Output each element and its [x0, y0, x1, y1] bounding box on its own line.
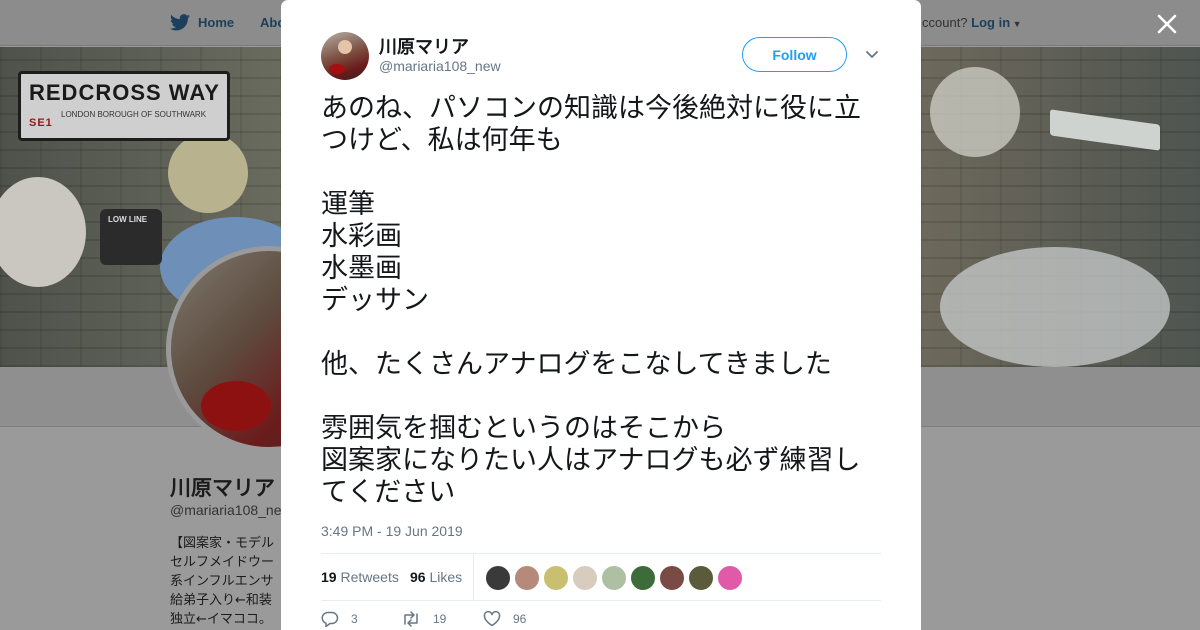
- liker-avatar[interactable]: [601, 565, 627, 591]
- retweet-count: 19: [433, 612, 447, 626]
- tweet-author-avatar[interactable]: [321, 32, 369, 80]
- likes-label: Likes: [429, 569, 463, 585]
- bio-line: 【図案家・モデル: [170, 536, 275, 551]
- banner-mural-disc: [940, 247, 1170, 367]
- banner-lowline-plaque: LOW LINE: [100, 209, 162, 265]
- reply-button[interactable]: 3: [321, 611, 358, 627]
- avatar-face: [338, 40, 352, 54]
- account-prompt: ccount?: [922, 15, 968, 30]
- liker-avatar[interactable]: [688, 565, 714, 591]
- likes-count: 96: [410, 569, 426, 585]
- login-caret-icon[interactable]: ▼: [1010, 19, 1022, 29]
- like-count: 96: [513, 612, 527, 626]
- chevron-down-icon[interactable]: [864, 46, 880, 62]
- tweet-text-line: 雰囲気を掴むというのはそこから: [321, 413, 726, 444]
- retweet-button[interactable]: 19: [401, 611, 446, 627]
- banner-street-sign: REDCROSS WAY SE1 LONDON BOROUGH OF SOUTH…: [18, 71, 230, 141]
- avatar-detail: [201, 381, 271, 431]
- tweet-stats: 19 Retweets 96 Likes: [321, 553, 881, 601]
- login-link[interactable]: Log in: [971, 15, 1010, 30]
- tweet-text-line: 図案家になりたい人はアナログも必ず練習し: [321, 445, 861, 476]
- liker-avatar[interactable]: [630, 565, 656, 591]
- banner-mural-disc: [168, 133, 248, 213]
- reply-count: 3: [351, 612, 358, 626]
- liker-avatar[interactable]: [717, 565, 743, 591]
- nav-account-area: ccount? Log in ▼: [922, 15, 1022, 30]
- like-button[interactable]: 96: [483, 611, 526, 627]
- bio-line: セルフメイドウー: [170, 555, 275, 570]
- retweet-icon: [404, 611, 418, 627]
- nav-home-link[interactable]: Home: [170, 14, 234, 31]
- stats-divider: [473, 554, 474, 601]
- close-modal-button[interactable]: [1155, 12, 1179, 36]
- lowline-text: LOW LINE: [108, 215, 148, 224]
- banner-mural-disc: [930, 67, 1020, 157]
- tweet-modal: 川原マリア @mariaria108_new Follow あのね、パソコンの知…: [281, 0, 921, 630]
- profile-name: 川原マリア: [170, 476, 275, 500]
- tweet-text-line: デッサン: [321, 285, 429, 316]
- bio-line: 給弟子入り←和装: [170, 593, 272, 608]
- tweet-text-line: [321, 381, 886, 413]
- bio-line: 系インフルエンサ: [170, 574, 274, 589]
- close-icon: [1157, 14, 1177, 34]
- tweet-timestamp[interactable]: 3:49 PM - 19 Jun 2019: [321, 523, 463, 539]
- liker-avatar[interactable]: [543, 565, 569, 591]
- liker-avatar[interactable]: [659, 565, 685, 591]
- avatar-detail: [329, 64, 345, 74]
- reply-icon: [321, 611, 339, 627]
- tweet-text-line: 他、たくさんアナログをこなしてきました: [321, 349, 832, 380]
- retweets-label: Retweets: [340, 569, 399, 585]
- twitter-bird-icon: [170, 14, 190, 31]
- heart-icon: [483, 611, 501, 627]
- tweet-text-line: つけど、私は何年も: [321, 125, 563, 156]
- tweet-author-handle[interactable]: @mariaria108_new: [379, 58, 501, 74]
- bio-line: 独立←イマココ。: [170, 612, 272, 627]
- nav-home-label: Home: [198, 15, 235, 30]
- tweet-text-line: てください: [321, 477, 456, 508]
- tweet-text-line: [321, 317, 886, 349]
- tweet-text-line: 水墨画: [321, 253, 402, 284]
- profile-handle: @mariaria108_ne: [170, 502, 282, 518]
- liker-avatar[interactable]: [485, 565, 511, 591]
- follow-button[interactable]: Follow: [742, 37, 847, 72]
- likes-stat[interactable]: 96 Likes: [410, 569, 462, 585]
- tweet-text-line: 水彩画: [321, 221, 402, 252]
- profile-bio: 【図案家・モデル セルフメイドウー 系インフルエンサ 給弟子入り←和装 独立←イ…: [170, 534, 282, 629]
- sign-text: REDCROSS WAY SE1: [29, 80, 220, 129]
- retweets-count: 19: [321, 569, 337, 585]
- sign-suffix: SE1: [29, 117, 53, 129]
- sign-subtext: LONDON BOROUGH OF SOUTHWARK: [61, 110, 207, 119]
- tweet-actions: 3 19 96: [321, 611, 881, 630]
- tweet-text: あのね、パソコンの知識は今後絶対に役に立 つけど、私は何年も 運筆 水彩画 水墨…: [321, 93, 886, 509]
- liker-avatar[interactable]: [572, 565, 598, 591]
- tweet-text-line: あのね、パソコンの知識は今後絶対に役に立: [321, 93, 861, 124]
- tweet-text-line: 運筆: [321, 189, 375, 220]
- tweet-author-name[interactable]: 川原マリア: [379, 33, 469, 59]
- tweet-text-line: [321, 157, 886, 189]
- liker-avatar[interactable]: [514, 565, 540, 591]
- retweets-stat[interactable]: 19 Retweets: [321, 569, 399, 585]
